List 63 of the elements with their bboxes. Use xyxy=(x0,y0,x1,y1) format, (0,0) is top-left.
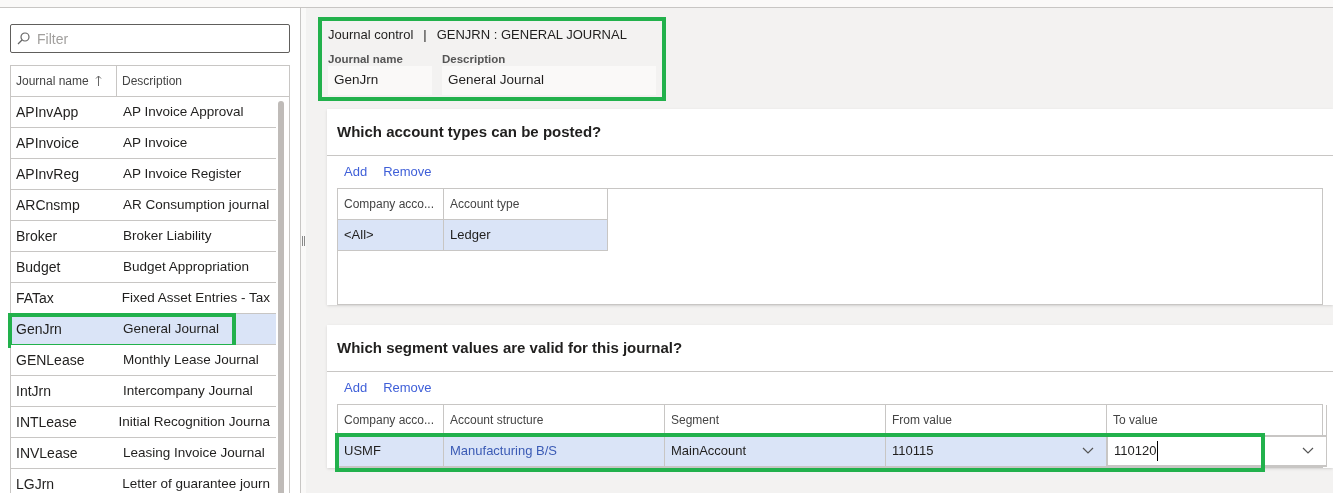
account-structure-link[interactable]: Manufacturing B/S xyxy=(450,441,557,461)
journal-name: GENLease xyxy=(15,350,86,370)
journal-description: AP Invoice Register xyxy=(122,164,243,183)
section-title: Which segment values are valid for this journal? xyxy=(337,337,683,358)
remove-button[interactable]: Remove xyxy=(383,162,432,182)
field-value: General Journal xyxy=(442,66,656,95)
journal-name: IntJrn xyxy=(15,381,52,401)
journal-name: Budget xyxy=(15,257,62,277)
chevron-down-icon xyxy=(1302,447,1314,455)
journal-name: ARCnsmp xyxy=(15,195,81,215)
chevron-down-icon xyxy=(1082,447,1094,455)
table-row[interactable]: <All> Ledger xyxy=(338,220,608,251)
column-header[interactable]: To value xyxy=(1107,405,1327,435)
journal-description: Leasing Invoice Journal xyxy=(122,443,266,462)
column-header[interactable]: Journal name xyxy=(11,66,117,96)
remove-button[interactable]: Remove xyxy=(383,378,432,398)
column-header[interactable]: Company acco... xyxy=(338,405,444,435)
filter-field[interactable]: Filter xyxy=(10,24,290,53)
journal-description: Letter of guarantee journ xyxy=(121,474,271,493)
column-header[interactable]: Segment xyxy=(665,405,886,435)
journal-name: APInvReg xyxy=(15,164,81,184)
journal-description: Initial Recognition Journa xyxy=(117,412,271,431)
section-title: Which account types can be posted? xyxy=(337,121,602,142)
journal-description: General Journal xyxy=(122,319,221,338)
journal-row[interactable]: GENLease Monthly Lease Journal xyxy=(11,345,276,376)
journal-name: APInvoice xyxy=(15,133,81,153)
journal-description: AP Invoice xyxy=(122,133,189,152)
journal-name: INVLease xyxy=(15,443,79,463)
column-header[interactable]: Description xyxy=(117,66,289,96)
scrollbar-thumb[interactable] xyxy=(278,101,284,493)
field-label: Journal name xyxy=(328,52,404,66)
journal-description: AP Invoice Approval xyxy=(122,102,245,121)
header-caption: Journal control xyxy=(328,26,414,45)
field-label: Description xyxy=(442,52,507,66)
journal-row[interactable]: GenJrn General Journal xyxy=(11,314,276,345)
journal-name: INTLease xyxy=(15,412,78,432)
column-header[interactable]: Account structure xyxy=(444,405,665,435)
journal-description: Fixed Asset Entries - Tax xyxy=(120,288,271,307)
journal-description: Monthly Lease Journal xyxy=(122,350,260,369)
journal-name: Broker xyxy=(15,226,59,246)
search-icon xyxy=(17,32,30,45)
field-value: GenJrn xyxy=(328,66,432,95)
journal-description: Budget Appropriation xyxy=(122,257,251,276)
column-header[interactable]: Account type xyxy=(444,189,608,219)
journal-name: APInvApp xyxy=(15,102,80,122)
column-header[interactable]: Company acco... xyxy=(338,189,444,219)
journal-name: GenJrn xyxy=(15,319,63,339)
column-header[interactable]: From value xyxy=(886,405,1107,435)
table-cell: USMF xyxy=(338,436,444,466)
splitter-handle[interactable] xyxy=(302,235,305,246)
journal-name: LGJrn xyxy=(15,474,56,493)
add-button[interactable]: Add xyxy=(344,378,368,398)
journal-name: FATax xyxy=(15,288,55,308)
table-cell: <All> xyxy=(338,220,444,250)
add-button[interactable]: Add xyxy=(344,162,368,182)
header-separator: | xyxy=(423,26,427,45)
journal-description: Broker Liability xyxy=(122,226,213,245)
header-title: GENJRN : GENERAL JOURNAL xyxy=(436,26,627,45)
journal-description: Intercompany Journal xyxy=(122,381,254,400)
table-cell: MainAccount xyxy=(665,436,886,466)
table-cell: Ledger xyxy=(444,220,608,250)
input-field[interactable]: 110120 xyxy=(1107,436,1327,466)
journal-description: AR Consumption journal xyxy=(122,195,271,214)
